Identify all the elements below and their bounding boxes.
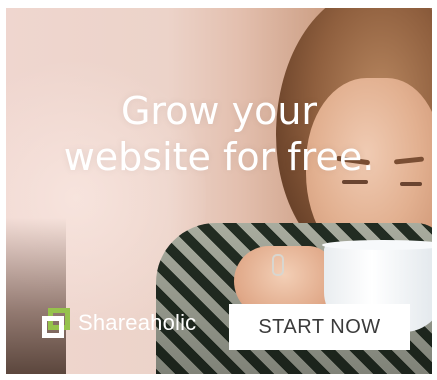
brand-name: Shareaholic: [78, 310, 197, 335]
shareaholic-logo-icon: [42, 308, 72, 338]
headline-line-2: website for free.: [63, 135, 375, 179]
ring: [272, 254, 284, 276]
brand-logo[interactable]: Shareaholic: [42, 308, 196, 338]
headline-line-1: Grow your: [120, 89, 318, 133]
start-now-button[interactable]: START NOW: [229, 304, 410, 350]
headline: Grow your website for free.: [6, 88, 432, 180]
eye: [342, 180, 368, 184]
eye: [400, 182, 422, 186]
background-shadow: [6, 218, 66, 374]
ad-banner[interactable]: Grow your website for free. Shareaholic …: [6, 8, 432, 374]
